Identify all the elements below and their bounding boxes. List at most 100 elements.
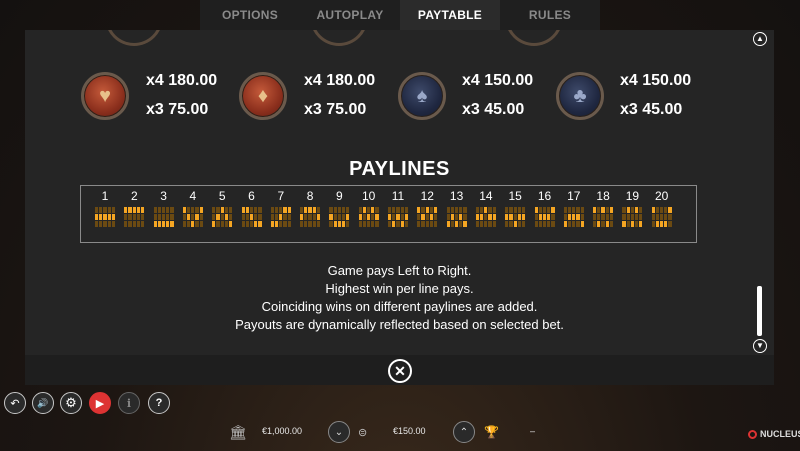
payline-cell <box>517 214 521 220</box>
close-button[interactable]: ✕ <box>388 359 412 383</box>
payline-pattern <box>505 207 526 227</box>
payline-cell <box>404 214 408 220</box>
payline-cell <box>358 207 362 213</box>
payline-cell <box>517 221 521 227</box>
payline-cell <box>655 221 660 227</box>
chevron-up-icon: ⌃ <box>459 426 469 438</box>
tab-paytable[interactable]: PAYTABLE <box>400 0 500 30</box>
payline-number: 15 <box>508 189 522 203</box>
help-button[interactable]: ? <box>148 392 170 414</box>
payline-cell <box>157 221 161 227</box>
payline-cell <box>593 214 597 220</box>
payline-cell <box>547 214 551 220</box>
payline-cell <box>195 221 199 227</box>
payline-number: 1 <box>101 189 109 203</box>
autoplay-button[interactable]: ▶ <box>89 392 111 414</box>
payline-cell <box>224 207 228 213</box>
payline-cell <box>622 214 626 220</box>
payline-cell <box>212 221 216 227</box>
settings-button[interactable]: ⚙ <box>60 392 82 414</box>
payline-cell <box>492 207 496 213</box>
payline-cell <box>421 214 425 220</box>
payline-cell <box>597 221 601 227</box>
info-button[interactable]: i <box>118 392 140 414</box>
payline-cell <box>312 221 316 227</box>
payline-cell <box>170 221 174 227</box>
payline-cell <box>279 221 283 227</box>
back-icon: ↶ <box>10 397 20 410</box>
payline-cell <box>195 207 199 213</box>
payline-cell <box>417 207 421 213</box>
payline-pattern <box>475 207 496 227</box>
scroll-down-icon[interactable]: ▼ <box>753 339 767 353</box>
payline-cell <box>521 214 526 220</box>
payout-x3: x3 45.00 <box>462 101 525 118</box>
payout-x4: x4 180.00 <box>146 72 218 89</box>
payline-number: 10 <box>362 189 376 203</box>
club-chip-icon: ♣ <box>556 72 604 120</box>
payline-cell <box>605 214 609 220</box>
payline-cell <box>358 221 362 227</box>
payline-number: 7 <box>277 189 285 203</box>
payline-cell <box>488 207 492 213</box>
payline-cell <box>228 214 233 220</box>
payline-cell <box>421 207 425 213</box>
bet-decrease-button[interactable]: ⌄ <box>328 421 350 443</box>
payline-cell <box>417 221 421 227</box>
payline-cell <box>341 207 346 213</box>
payline-cell <box>371 207 375 213</box>
payline-cell <box>95 214 99 220</box>
payline-cell <box>141 221 145 227</box>
tab-autoplay[interactable]: AUTOPLAY <box>300 0 400 30</box>
bet-increase-button[interactable]: ⌃ <box>453 421 475 443</box>
payline-cell <box>429 207 434 213</box>
scroll-thumb[interactable] <box>757 286 762 336</box>
payline-pattern <box>329 207 350 227</box>
payline-cell <box>245 214 249 220</box>
payline-cell <box>367 221 371 227</box>
payline-cell <box>668 221 672 227</box>
payline-cell <box>333 221 337 227</box>
payline-cell <box>492 221 496 227</box>
payline-cell <box>170 214 174 220</box>
payline-cell <box>605 221 609 227</box>
payline-cell <box>538 207 542 213</box>
coins-icon: ⊜ <box>358 427 368 439</box>
payline-cell <box>103 221 107 227</box>
payline-cell <box>254 214 258 220</box>
bet-value: €150.00 <box>393 426 426 436</box>
payline-number: 9 <box>336 189 343 203</box>
payline-cell <box>371 214 375 220</box>
payline-cell <box>187 221 191 227</box>
payline-cell <box>245 207 249 213</box>
payline-cell <box>551 207 555 213</box>
payline-cell <box>341 214 346 220</box>
payout-x3: x3 75.00 <box>304 101 367 118</box>
payline-cell <box>626 221 630 227</box>
nucleus-logo-icon <box>748 429 757 439</box>
payline-cell <box>542 207 547 213</box>
payline-pattern <box>300 207 321 227</box>
tab-options[interactable]: OPTIONS <box>200 0 300 30</box>
tab-rules[interactable]: RULES <box>500 0 600 30</box>
payline-cell <box>517 207 521 213</box>
payline-cell <box>459 214 463 220</box>
payline-cell <box>308 214 312 220</box>
payline-cell <box>388 221 392 227</box>
payline-cell <box>249 221 254 227</box>
payline-cell <box>287 207 291 213</box>
payline-cell <box>630 214 634 220</box>
payout-x4: x4 150.00 <box>620 72 692 89</box>
payline-cell <box>304 221 308 227</box>
back-button[interactable]: ↶ <box>4 392 26 414</box>
payline-cell <box>480 207 484 213</box>
payline-cell <box>567 207 572 213</box>
payline-number: 11 <box>391 189 405 203</box>
scroll-up-icon[interactable]: ▲ <box>753 32 767 46</box>
payline-cell <box>274 207 279 213</box>
sound-button[interactable]: 🔊 <box>32 392 54 414</box>
spade-chip-icon: ♠ <box>398 72 446 120</box>
bank-icon: 🏛 <box>229 424 247 440</box>
scrollbar[interactable]: ▲ ▼ <box>753 30 767 355</box>
payout-x3: x3 45.00 <box>620 101 683 118</box>
